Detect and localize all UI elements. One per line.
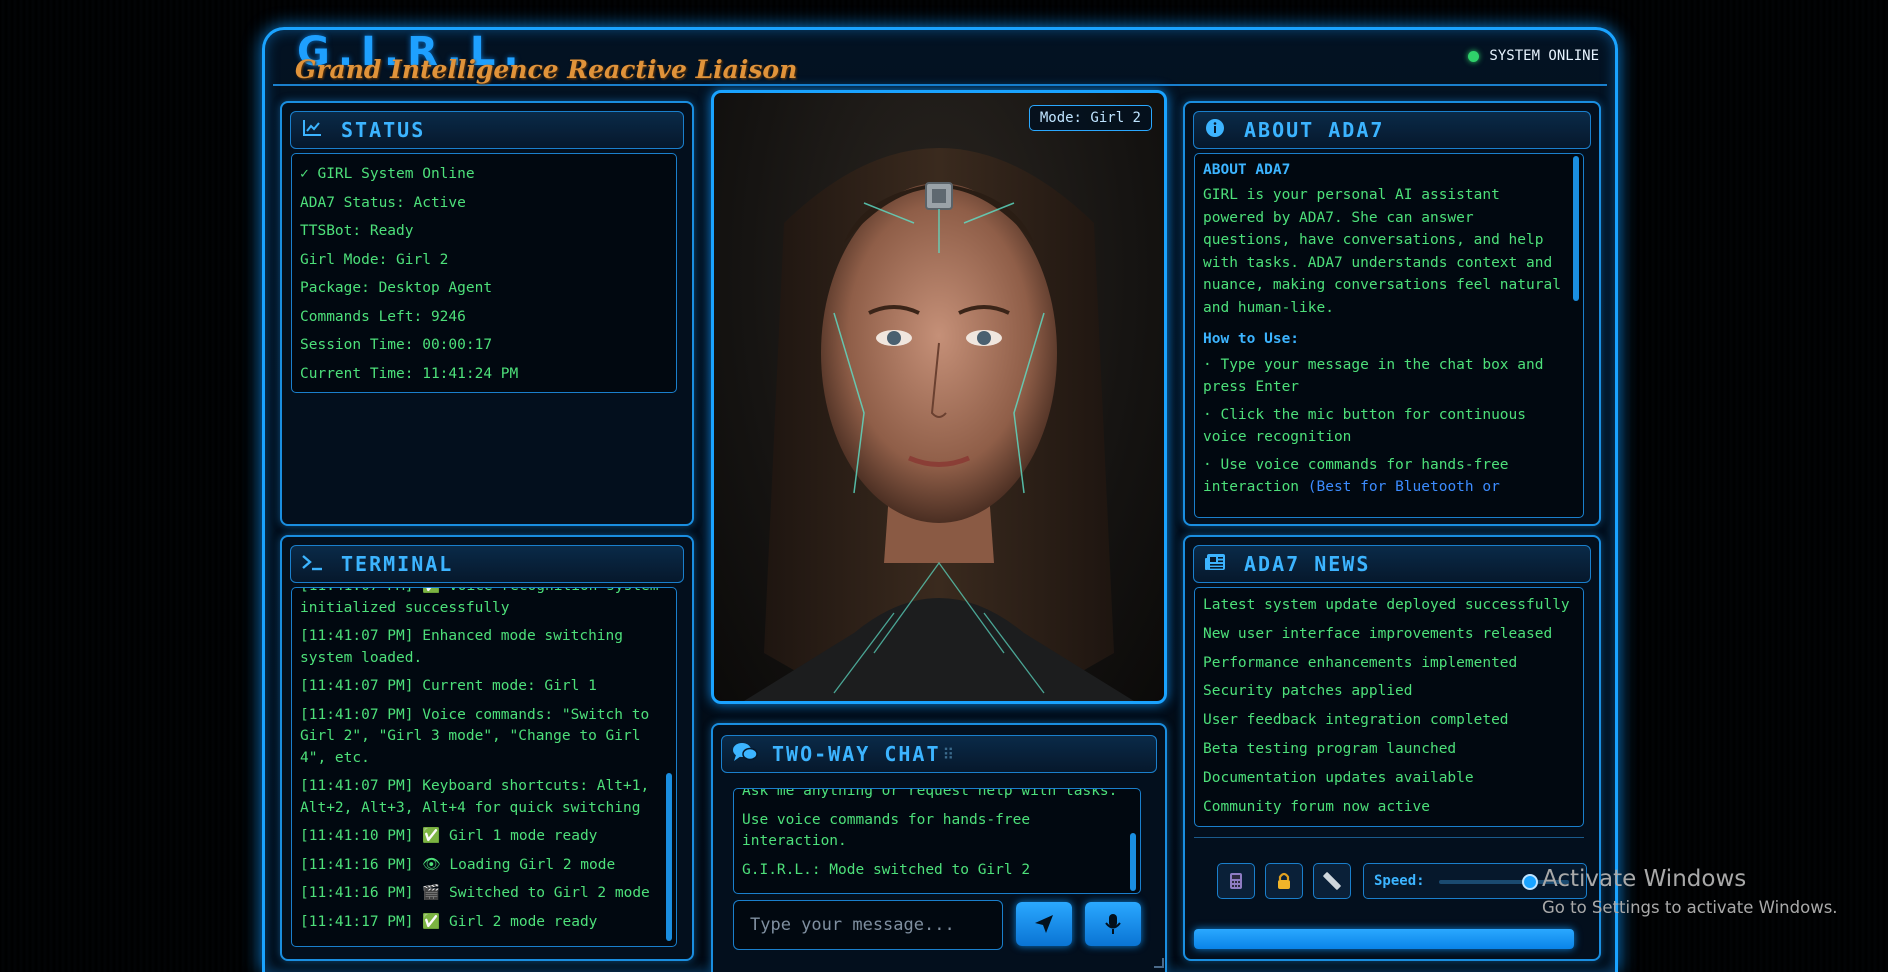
chat-messages[interactable]: Ask me anything or request help with tas…: [733, 788, 1141, 894]
terminal-line: [11:41:07 PM] Current mode: Girl 1: [300, 678, 597, 694]
drag-handle-icon[interactable]: ⠿: [943, 745, 955, 764]
status-line: Commands Left: 9246: [300, 308, 466, 325]
terminal-line: [11:41:07 PM] Voice commands: "Switch to…: [300, 706, 650, 766]
lock-icon: [1278, 872, 1290, 889]
terminal-line: [11:41:16 PM] 🎬 Switched to Girl 2 mode: [300, 885, 650, 901]
terminal-panel-title: TERMINAL: [341, 552, 454, 576]
terminal-log[interactable]: [11:41:07 PM] ✅ Voice recognition system…: [291, 587, 677, 947]
system-status: SYSTEM ONLINE: [1468, 48, 1599, 64]
about-content[interactable]: ABOUT ADA7 GIRL is your personal AI assi…: [1194, 153, 1584, 518]
info-icon: [1204, 118, 1226, 143]
microphone-icon: [1105, 914, 1121, 934]
send-button[interactable]: [1016, 902, 1072, 946]
about-panel-title: ABOUT ADA7: [1244, 118, 1385, 142]
terminal-scrollbar[interactable]: [666, 773, 672, 941]
chat-panel-title: TWO-WAY CHAT: [772, 742, 941, 766]
terminal-line: [11:41:07 PM] Keyboard shortcuts: Alt+1,…: [300, 778, 650, 816]
status-panel-header: STATUS: [290, 111, 684, 149]
calculator-button[interactable]: [1217, 863, 1255, 899]
news-item: New user interface improvements released: [1203, 625, 1553, 642]
status-line: TTSBot: Ready: [300, 223, 414, 239]
watermark-line-2: Go to Settings to activate Windows.: [1542, 898, 1838, 917]
news-panel-title: ADA7 NEWS: [1244, 552, 1371, 576]
news-item: Beta testing program launched: [1203, 740, 1457, 757]
news-item: User feedback integration completed: [1203, 712, 1509, 729]
chat-message: Use voice commands for hands-free intera…: [742, 811, 1031, 850]
chat-panel-header: TWO-WAY CHAT ⠿: [721, 735, 1157, 773]
howto-heading: How to Use:: [1203, 331, 1300, 347]
news-panel-header: ADA7 NEWS: [1193, 545, 1591, 583]
status-line: Package: Desktop Agent: [300, 280, 493, 296]
status-list: ✓ GIRL System Online ADA7 Status: Active…: [291, 153, 677, 393]
terminal-panel: TERMINAL [11:41:07 PM] ✅ Voice recogniti…: [280, 535, 694, 961]
speed-label: Speed:: [1374, 873, 1425, 889]
status-line: ✓ GIRL System Online: [300, 166, 475, 182]
news-item: Performance enhancements implemented: [1203, 654, 1518, 671]
howto-item: · Type your message in the chat box and …: [1203, 357, 1544, 395]
status-panel-title: STATUS: [341, 118, 426, 142]
header: G.I.R.L. Grand Intelligence Reactive Lia…: [273, 30, 1607, 86]
app-subtitle: Grand Intelligence Reactive Liaison: [295, 55, 798, 84]
news-panel: ADA7 NEWS Latest system update deployed …: [1183, 535, 1601, 961]
news-item: Latest system update deployed successful…: [1203, 597, 1570, 613]
howto-item: · Click the mic button for continuous vo…: [1203, 407, 1527, 445]
terminal-panel-header: TERMINAL: [290, 545, 684, 583]
activate-windows-watermark: Activate Windows Go to Settings to activ…: [1542, 866, 1838, 917]
calculator-icon: [1230, 873, 1242, 889]
news-item: Documentation updates available: [1203, 769, 1474, 786]
terminal-line: [11:41:10 PM] ✅ Girl 1 mode ready: [300, 828, 598, 844]
status-line: Current Time: 11:41:24 PM: [300, 365, 519, 382]
chart-line-icon: [301, 119, 323, 142]
lock-button[interactable]: [1265, 863, 1303, 899]
news-list: Latest system update deployed successful…: [1194, 587, 1584, 827]
chat-message: G.I.R.L.: Mode switched to Girl 2: [742, 861, 1031, 878]
watermark-line-1: Activate Windows: [1542, 866, 1747, 892]
about-panel-header: ABOUT ADA7: [1193, 111, 1591, 149]
chat-scrollbar[interactable]: [1130, 833, 1136, 891]
chat-message: Ask me anything or request help with tas…: [742, 788, 1118, 799]
ruler-button[interactable]: [1313, 863, 1351, 899]
about-panel: ABOUT ADA7 ABOUT ADA7 GIRL is your perso…: [1183, 101, 1601, 526]
mic-button[interactable]: [1085, 902, 1141, 946]
about-body: GIRL is your personal AI assistant power…: [1203, 187, 1561, 316]
status-line: Girl Mode: Girl 2: [300, 251, 449, 268]
speed-slider-thumb[interactable]: [1522, 874, 1538, 890]
status-panel: STATUS ✓ GIRL System Online ADA7 Status:…: [280, 101, 694, 526]
ruler-icon: [1323, 872, 1341, 890]
chat-panel: TWO-WAY CHAT ⠿ Ask me anything or reques…: [711, 723, 1167, 972]
avatar-illustration: [744, 148, 1134, 701]
howto-item: · Use voice commands for hands-free inte…: [1203, 454, 1563, 498]
news-item: Security patches applied: [1203, 683, 1413, 700]
terminal-line: [11:41:17 PM] ✅ Girl 2 mode ready: [300, 913, 598, 930]
online-indicator-icon: [1468, 50, 1480, 62]
resize-handle-icon[interactable]: [1154, 958, 1164, 968]
avatar-portrait: Mode: Girl 2: [711, 90, 1167, 704]
status-line: Session Time: 00:00:17: [300, 337, 493, 353]
news-item: Community forum now active: [1203, 798, 1430, 815]
system-status-label: SYSTEM ONLINE: [1489, 48, 1599, 64]
chat-message-input[interactable]: Type your message...: [733, 900, 1003, 950]
terminal-prompt-icon: [301, 553, 323, 576]
about-scrollbar[interactable]: [1573, 156, 1579, 301]
status-line: ADA7 Status: Active: [300, 194, 466, 211]
chat-bubbles-icon: [732, 741, 758, 768]
howto-note: (Best for Bluetooth or: [1307, 479, 1500, 495]
newspaper-icon: [1204, 553, 1226, 576]
mode-badge: Mode: Girl 2: [1028, 105, 1152, 131]
terminal-line: [11:41:16 PM] 👁 Loading Girl 2 mode: [300, 856, 616, 873]
about-heading: ABOUT ADA7: [1203, 162, 1291, 178]
terminal-line: [11:41:07 PM] ✅ Voice recognition system…: [300, 588, 659, 616]
action-bar[interactable]: [1194, 929, 1574, 949]
terminal-line: [11:41:07 PM] Enhanced mode switching sy…: [300, 628, 624, 666]
news-divider: [1194, 837, 1584, 838]
send-icon: [1035, 915, 1053, 933]
